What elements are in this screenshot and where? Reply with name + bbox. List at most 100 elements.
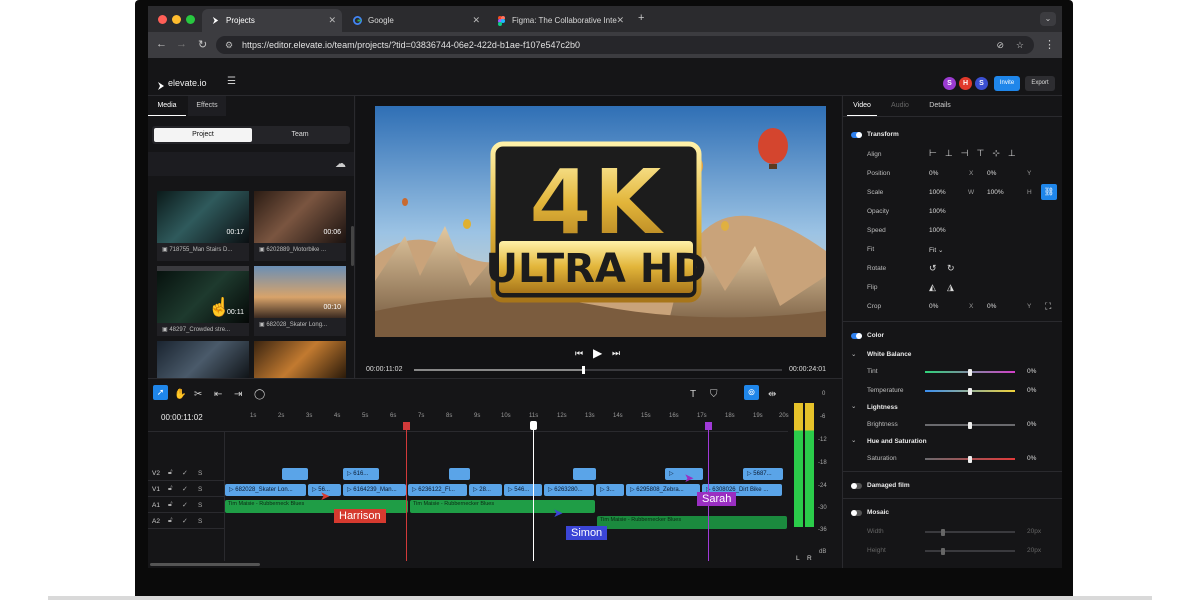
timeline-clip[interactable] xyxy=(573,468,596,480)
avatar[interactable]: H xyxy=(959,77,972,90)
rotate-left-icon[interactable]: ↺ xyxy=(929,263,937,274)
scrub-bar[interactable] xyxy=(414,366,782,374)
close-tab-icon[interactable]: ✕ xyxy=(616,15,624,26)
close-tab-icon[interactable]: ✕ xyxy=(472,15,480,26)
transform-toggle[interactable] xyxy=(851,132,862,138)
timeline-clip[interactable]: ▷ 6236122_Fl... xyxy=(408,484,467,496)
tint-slider-handle[interactable] xyxy=(968,369,972,376)
scale-w-value[interactable]: 100% xyxy=(929,189,946,196)
hamburger-menu-icon[interactable]: ☰ xyxy=(227,76,236,87)
timeline-clip[interactable]: ▷ 546... xyxy=(504,484,542,496)
browser-menu-icon[interactable]: ⋮ xyxy=(1044,38,1055,51)
lock-icon[interactable]: 🔓︎ xyxy=(168,469,173,477)
lock-icon[interactable]: 🔓︎ xyxy=(168,485,173,493)
comment-icon[interactable]: ◯ xyxy=(254,389,265,400)
opacity-value[interactable]: 100% xyxy=(929,208,946,215)
timeline-clip[interactable]: ▷ 616... xyxy=(343,468,379,480)
tab-google[interactable]: Google ✕ xyxy=(344,9,486,32)
speed-value[interactable]: 100% xyxy=(929,227,946,234)
media-item[interactable]: 00:11 ▣ 48297_Crowded stre... ☝ xyxy=(157,266,249,336)
in-marker-handle[interactable] xyxy=(403,422,410,430)
check-icon[interactable]: ✓ xyxy=(182,501,188,509)
skip-back-icon[interactable]: ⏮ xyxy=(575,348,583,359)
timeline-clip[interactable]: ▷ 6295808_Zebra... xyxy=(626,484,700,496)
url-field[interactable]: ⚙ https://editor.elevate.io/team/project… xyxy=(216,36,1034,54)
brightness-slider-handle[interactable] xyxy=(968,422,972,429)
crop-icon[interactable]: ⛶ xyxy=(1045,301,1051,312)
check-icon[interactable]: ✓ xyxy=(182,485,188,493)
media-item[interactable] xyxy=(157,341,249,378)
check-icon[interactable]: ✓ xyxy=(182,517,188,525)
hand-tool-icon[interactable]: ✋ xyxy=(174,389,186,400)
trim-right-icon[interactable]: ⇥ xyxy=(234,389,242,400)
fit-select[interactable]: Fit ⌄ xyxy=(929,246,944,254)
color-toggle[interactable] xyxy=(851,333,862,339)
audio-clip[interactable]: Tim Maisie - Rubbernecker Blues xyxy=(410,500,595,513)
chevron-down-icon[interactable]: ⌄ xyxy=(851,436,856,444)
saturation-slider-handle[interactable] xyxy=(968,456,972,463)
crop-y-value[interactable]: 0% xyxy=(987,303,996,310)
media-scrollbar[interactable] xyxy=(351,226,354,266)
mosaic-width-slider[interactable] xyxy=(925,529,1015,536)
minimize-window-button[interactable] xyxy=(172,15,181,24)
skip-forward-icon[interactable]: ⏭ xyxy=(612,348,620,359)
position-y-value[interactable]: 0% xyxy=(987,170,996,177)
tab-details[interactable]: Details xyxy=(923,96,957,116)
tab-media[interactable]: Media xyxy=(148,96,186,116)
solo-button[interactable]: S xyxy=(198,518,202,525)
align-buttons[interactable]: ⊢⊥⊣⊤⊹⊥ xyxy=(929,148,1024,159)
lock-icon[interactable]: 🔓︎ xyxy=(168,501,173,509)
mosaic-height-slider[interactable] xyxy=(925,548,1015,555)
timeline-clip[interactable]: ▷ 3... xyxy=(596,484,624,496)
out-marker-handle[interactable] xyxy=(705,422,712,430)
tab-search-chevron-icon[interactable]: ⌄ xyxy=(1040,12,1056,26)
timeline-clip[interactable] xyxy=(449,468,470,480)
play-icon[interactable]: ▶ xyxy=(593,346,602,360)
temperature-slider-handle[interactable] xyxy=(968,388,972,395)
timeline-clip[interactable]: ▷ 5687... xyxy=(743,468,783,480)
tab-projects[interactable]: Projects ✕ xyxy=(202,9,342,32)
segment-project[interactable]: Project xyxy=(154,128,252,142)
close-tab-icon[interactable]: ✕ xyxy=(328,15,336,26)
text-tool-icon[interactable]: T xyxy=(690,389,696,400)
mosaic-width-handle[interactable] xyxy=(941,529,945,536)
tint-slider[interactable] xyxy=(925,369,1015,376)
select-tool-icon[interactable]: ➚ xyxy=(153,385,168,400)
close-window-button[interactable] xyxy=(158,15,167,24)
invite-button[interactable]: Invite xyxy=(994,76,1020,91)
crop-x-value[interactable]: 0% xyxy=(929,303,938,310)
lock-ratio-icon[interactable]: ⛓ xyxy=(1041,184,1057,200)
scissors-icon[interactable]: ✂ xyxy=(194,389,202,400)
check-icon[interactable]: ✓ xyxy=(182,469,188,477)
new-tab-button[interactable]: + xyxy=(638,12,644,24)
scrub-handle[interactable] xyxy=(582,366,586,374)
lock-icon[interactable]: 🔓︎ xyxy=(168,517,173,525)
shield-icon[interactable]: ⛉ xyxy=(710,389,718,400)
split-icon[interactable]: ⇹ xyxy=(768,389,776,400)
temperature-slider[interactable] xyxy=(925,388,1015,395)
chevron-down-icon[interactable]: ⌄ xyxy=(851,402,856,410)
media-item[interactable]: 00:06 ▣ 6202889_Motorbike ... xyxy=(254,191,346,261)
snap-magnet-icon[interactable]: ⊚ xyxy=(744,385,759,400)
damaged-film-toggle[interactable] xyxy=(851,483,862,489)
time-ruler[interactable]: 1s 2s 3s 4s 5s 6s 7s 8s 9s 10s 11s 12s 1… xyxy=(224,411,789,427)
site-settings-icon[interactable]: ⚙ xyxy=(225,36,233,54)
media-item[interactable]: 00:10 ▣ 682028_Skater Long... xyxy=(254,266,346,336)
tab-audio[interactable]: Audio xyxy=(885,96,915,116)
tab-effects[interactable]: Effects xyxy=(188,96,226,116)
solo-button[interactable]: S xyxy=(198,502,202,509)
flip-horizontal-icon[interactable]: ◭ xyxy=(929,282,936,293)
tab-figma[interactable]: Figma: The Collaborative Inte ✕ xyxy=(488,9,630,32)
scale-h-value[interactable]: 100% xyxy=(987,189,1004,196)
position-x-value[interactable]: 0% xyxy=(929,170,938,177)
rotate-right-icon[interactable]: ↻ xyxy=(947,263,955,274)
timeline-scrollbar[interactable] xyxy=(150,563,260,566)
trim-left-icon[interactable]: ⇤ xyxy=(214,389,222,400)
reload-icon[interactable]: ↻ xyxy=(198,38,207,51)
media-item[interactable]: 00:17 ▣ 718755_Man Stairs D... xyxy=(157,191,249,261)
chevron-down-icon[interactable]: ⌄ xyxy=(851,350,856,358)
mosaic-height-handle[interactable] xyxy=(941,548,945,555)
tab-video[interactable]: Video xyxy=(847,96,877,116)
avatar[interactable]: S xyxy=(943,77,956,90)
audio-clip[interactable]: Tim Maisie - Rubbernecker Blues xyxy=(597,516,787,529)
